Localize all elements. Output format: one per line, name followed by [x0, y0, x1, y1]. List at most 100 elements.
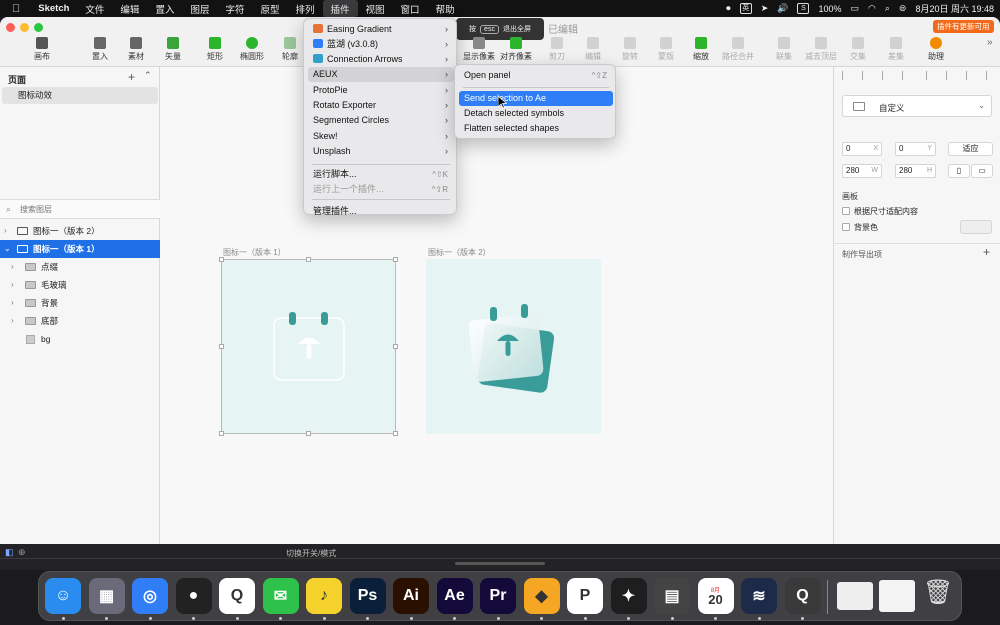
- plugin-menu-item-3[interactable]: AEUX ›: [308, 67, 454, 82]
- toolbar-scissors-button[interactable]: 剪刀: [537, 37, 577, 62]
- clock-date[interactable]: 8月20日 周六 19:48: [915, 2, 994, 15]
- y-field[interactable]: 0Y: [895, 142, 936, 156]
- toolbar-components-button[interactable]: 素材: [116, 37, 156, 62]
- align-middle-icon[interactable]: [946, 71, 954, 80]
- plugin-menu-item-4[interactable]: ProtoPie ›: [308, 83, 454, 98]
- toolbar-edit-button[interactable]: 编辑: [573, 37, 613, 62]
- plugin-menu-item-2[interactable]: Connection Arrows ›: [308, 52, 454, 67]
- menu-layer[interactable]: 图层: [182, 0, 217, 17]
- chevron-right-icon[interactable]: ›: [11, 258, 14, 276]
- dock-recent-window[interactable]: [837, 582, 873, 610]
- toolbar-flatten-button[interactable]: 路径合并: [718, 37, 758, 62]
- sound-icon[interactable]: 🔊: [777, 3, 788, 14]
- toolbar-vector-button[interactable]: 矢量: [153, 37, 193, 62]
- width-field[interactable]: 280 W: [842, 164, 882, 178]
- layer-group-dianzhui[interactable]: › 点缀: [0, 258, 160, 276]
- dock-photoshop-icon[interactable]: Ps: [349, 578, 386, 614]
- menu-window[interactable]: 窗口: [393, 0, 428, 17]
- toolbar-pixel-button[interactable]: 显示像素: [459, 37, 499, 62]
- artboard-v1[interactable]: [219, 257, 398, 436]
- menu-arrange[interactable]: 排列: [288, 0, 323, 17]
- dock-launchpad-icon[interactable]: ▦: [88, 578, 125, 614]
- menu-text[interactable]: 字符: [217, 0, 252, 17]
- distribute-h-icon[interactable]: [902, 71, 910, 80]
- record-icon[interactable]: ⏺: [726, 3, 731, 14]
- dock-qq-icon[interactable]: ●: [175, 578, 212, 614]
- artboard-preset-select[interactable]: 自定义 ⌄: [842, 95, 992, 117]
- menu-item-flatten-shapes[interactable]: Flatten selected shapes: [459, 121, 613, 136]
- toolbar-rectangle-button[interactable]: 矩形: [195, 37, 235, 62]
- menu-item-open-panel[interactable]: Open panel ^⇧Z: [459, 68, 613, 83]
- send-icon[interactable]: ➤: [761, 3, 769, 14]
- maximize-window-icon[interactable]: [34, 23, 43, 32]
- resize-content-checkbox[interactable]: [842, 207, 850, 215]
- resize-handle[interactable]: [393, 431, 398, 436]
- collapse-pages-icon[interactable]: ⌃: [144, 70, 152, 81]
- page-item[interactable]: 图标动效: [2, 87, 158, 104]
- toolbar-assistant-button[interactable]: 助理: [916, 37, 956, 62]
- chevron-right-icon[interactable]: ›: [11, 294, 14, 312]
- align-bottom-icon[interactable]: [966, 71, 974, 80]
- landscape-button[interactable]: ▭: [971, 164, 993, 178]
- resize-handle[interactable]: [219, 257, 224, 262]
- background-color-checkbox[interactable]: [842, 223, 850, 231]
- update-badge[interactable]: 插件有更新可用: [933, 20, 994, 33]
- layer-artboard-v2[interactable]: › 图标一（版本 2）: [0, 222, 160, 240]
- artboard2-label[interactable]: 图标一（版本 2）: [428, 247, 491, 258]
- battery-icon[interactable]: ▭: [850, 3, 859, 14]
- align-top-icon[interactable]: [926, 71, 934, 80]
- toolbar-rotate-button[interactable]: 旋转: [610, 37, 650, 62]
- plugin-menu-item-1[interactable]: 蓝湖 (v3.0.8) ›: [308, 37, 454, 52]
- resize-handle[interactable]: [393, 257, 398, 262]
- chevron-right-icon[interactable]: ›: [11, 276, 14, 294]
- dock-protopie-icon[interactable]: P: [567, 578, 603, 614]
- toolbar-insert-button[interactable]: 置入: [80, 37, 120, 62]
- wifi-icon[interactable]: ◠: [868, 3, 876, 14]
- toolbar-intersect-button[interactable]: 交集: [838, 37, 878, 62]
- resize-handle[interactable]: [219, 431, 224, 436]
- chevron-right-icon[interactable]: ›: [4, 222, 7, 240]
- dock-calculator-icon[interactable]: ▤: [654, 578, 690, 614]
- minimize-window-icon[interactable]: [20, 23, 29, 32]
- layers-mode-icon[interactable]: ◧: [5, 547, 14, 558]
- add-export-icon[interactable]: +: [983, 245, 990, 259]
- layer-bg[interactable]: bg: [0, 330, 160, 348]
- x-field[interactable]: 0X: [842, 142, 882, 156]
- menu-help[interactable]: 帮助: [428, 0, 463, 17]
- artboard-v2[interactable]: [426, 259, 601, 434]
- background-color-swatch[interactable]: [960, 220, 992, 234]
- close-window-icon[interactable]: [6, 23, 15, 32]
- portrait-button[interactable]: ▯: [948, 164, 970, 178]
- toolbar-mask-button[interactable]: 蒙版: [646, 37, 686, 62]
- plugin-menu-item-8[interactable]: Unsplash ›: [308, 144, 454, 159]
- menu-edit[interactable]: 编辑: [112, 0, 147, 17]
- toolbar-scale-button[interactable]: 缩放: [681, 37, 721, 62]
- dock-calendar-icon[interactable]: 8月 20: [697, 578, 734, 614]
- layer-search-input[interactable]: [20, 203, 150, 216]
- add-page-icon[interactable]: +: [128, 70, 135, 84]
- toolbar-union-button[interactable]: 联集: [764, 37, 804, 62]
- dock-qqmusic-icon[interactable]: ♪: [306, 578, 342, 614]
- resize-handle[interactable]: [306, 431, 311, 436]
- dock-recent-window[interactable]: [879, 580, 915, 612]
- plugin-menu-item-7[interactable]: Skew! ›: [308, 129, 454, 144]
- menu-view[interactable]: 视图: [358, 0, 393, 17]
- dock-quicktime-icon[interactable]: Q: [784, 578, 821, 614]
- menu-item-send-selection[interactable]: Send selection to Ae: [459, 91, 613, 106]
- layer-group-bottom[interactable]: › 底部: [0, 312, 160, 330]
- dock-voice-icon[interactable]: ≋: [741, 578, 777, 614]
- plugin-menu-item-6[interactable]: Segmented Circles ›: [308, 113, 454, 128]
- resize-handle[interactable]: [306, 257, 311, 262]
- dock-after-effects-icon[interactable]: Ae: [436, 578, 473, 614]
- search-spotlight-icon[interactable]: ⌕: [885, 3, 890, 14]
- resize-handle[interactable]: [393, 344, 398, 349]
- trash-icon[interactable]: 🗑: [923, 578, 953, 614]
- components-mode-icon[interactable]: ⊕: [18, 547, 26, 558]
- align-left-icon[interactable]: [842, 71, 850, 80]
- s-app-icon[interactable]: S: [797, 3, 810, 14]
- menu-plugins[interactable]: 插件: [322, 0, 358, 17]
- plugin-menu-item-10[interactable]: 运行上一个插件... ^⇧R: [308, 182, 454, 197]
- distribute-v-icon[interactable]: [986, 71, 994, 80]
- menu-file[interactable]: 文件: [77, 0, 112, 17]
- artboard1-label[interactable]: 图标一（版本 1）: [223, 247, 286, 258]
